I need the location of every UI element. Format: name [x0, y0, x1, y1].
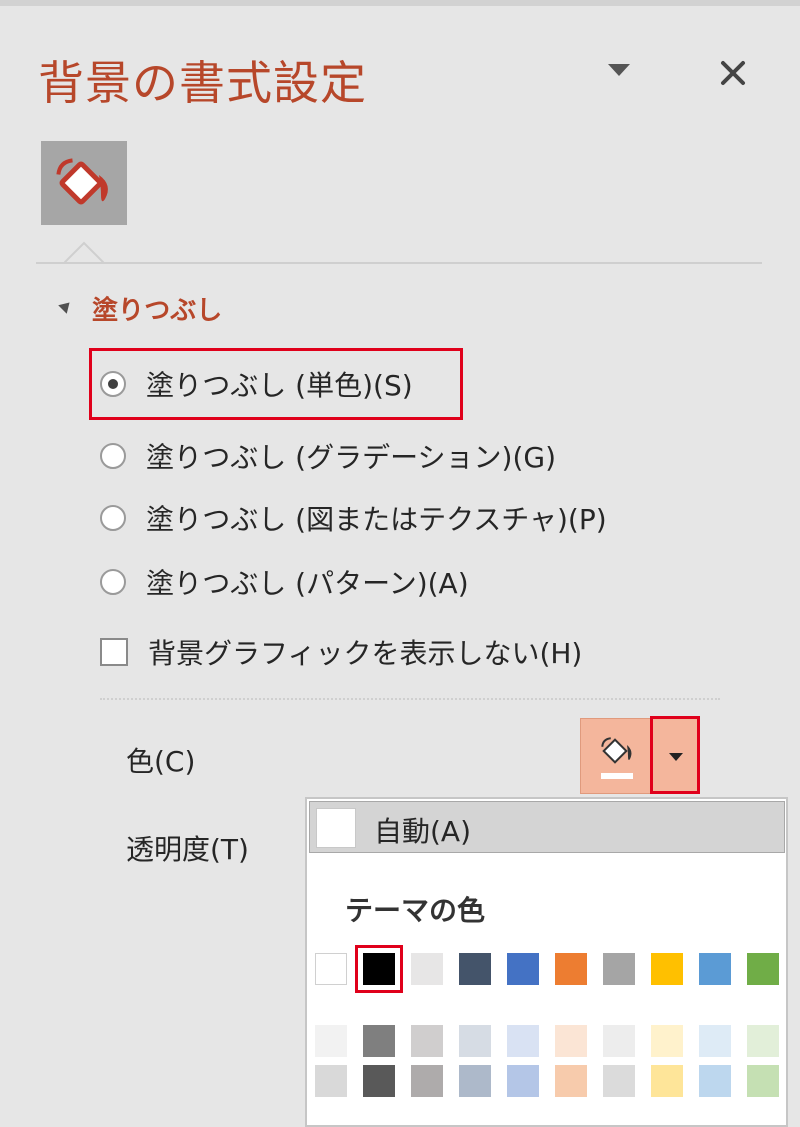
theme-color-swatch[interactable]: [651, 953, 683, 985]
shade-color-swatch[interactable]: [747, 1025, 779, 1057]
shade-column: [747, 1025, 779, 1105]
section-fill-label: 塗りつぶし: [92, 295, 223, 326]
tab-pointer: [64, 241, 104, 264]
shade-column: [507, 1025, 539, 1105]
fill-color-button[interactable]: [580, 718, 652, 794]
color-label: 色(C): [126, 745, 196, 778]
fill-tab[interactable]: [41, 141, 127, 225]
radio-button[interactable]: [100, 569, 126, 595]
shade-column: [315, 1025, 347, 1105]
shade-column: [603, 1025, 635, 1105]
shade-column: [411, 1025, 443, 1105]
theme-color-swatch[interactable]: [459, 953, 491, 985]
current-color-swatch: [601, 773, 633, 779]
close-pane-button[interactable]: [714, 54, 752, 92]
automatic-color-option[interactable]: 自動(A): [309, 801, 785, 853]
collapse-triangle-icon: [58, 298, 74, 314]
option-label: 塗りつぶし (単色)(S): [146, 369, 413, 402]
radio-picture-fill[interactable]: 塗りつぶし (図またはテクスチャ)(P): [100, 496, 607, 540]
option-label: 塗りつぶし (グラデーション)(G): [146, 441, 557, 474]
tab-divider: [36, 262, 762, 264]
theme-color-swatch[interactable]: [699, 953, 731, 985]
shade-color-swatch[interactable]: [315, 1065, 347, 1097]
automatic-swatch: [316, 808, 356, 848]
theme-color-swatch[interactable]: [355, 945, 403, 993]
transparency-label: 透明度(T): [126, 833, 249, 866]
shade-color-swatch[interactable]: [651, 1025, 683, 1057]
shade-color-swatch[interactable]: [459, 1025, 491, 1057]
dropdown-arrow-icon: [669, 753, 683, 761]
shade-column: [555, 1025, 587, 1105]
shade-color-swatch[interactable]: [747, 1065, 779, 1097]
theme-colors-row: [315, 945, 785, 993]
radio-button[interactable]: [100, 371, 126, 397]
shade-color-swatch[interactable]: [699, 1025, 731, 1057]
shade-column: [459, 1025, 491, 1105]
theme-color-swatch[interactable]: [411, 953, 443, 985]
radio-button[interactable]: [100, 505, 126, 531]
radio-gradient-fill[interactable]: 塗りつぶし (グラデーション)(G): [100, 434, 556, 478]
shade-column: [363, 1025, 395, 1105]
chevron-down-icon: [608, 64, 630, 76]
window-top-border: [0, 0, 800, 6]
option-label: 塗りつぶし (パターン)(A): [146, 567, 469, 600]
radio-pattern-fill[interactable]: 塗りつぶし (パターン)(A): [100, 560, 469, 604]
shade-color-swatch[interactable]: [507, 1025, 539, 1057]
shade-color-swatch[interactable]: [507, 1065, 539, 1097]
radio-button[interactable]: [100, 443, 126, 469]
separator: [100, 698, 720, 702]
theme-color-swatch[interactable]: [507, 953, 539, 985]
theme-color-swatch[interactable]: [315, 953, 347, 985]
shade-color-swatch[interactable]: [555, 1065, 587, 1097]
paint-bucket-icon: [56, 158, 108, 205]
theme-color-swatch[interactable]: [747, 953, 779, 985]
option-label: 塗りつぶし (図またはテクスチャ)(P): [146, 503, 607, 536]
pane-title: 背景の書式設定: [38, 56, 367, 110]
color-picker-popup: 自動(A) テーマの色: [305, 797, 788, 1127]
shade-column: [699, 1025, 731, 1105]
shade-color-swatch[interactable]: [363, 1025, 395, 1057]
paint-bucket-icon: [601, 737, 632, 764]
shade-color-swatch[interactable]: [411, 1025, 443, 1057]
checkbox-hide-background-graphics[interactable]: 背景グラフィックを表示しない(H): [100, 630, 582, 674]
section-fill-header[interactable]: 塗りつぶし: [58, 288, 223, 328]
shade-color-swatch[interactable]: [699, 1065, 731, 1097]
shade-color-swatch[interactable]: [651, 1065, 683, 1097]
shade-color-swatch[interactable]: [315, 1025, 347, 1057]
theme-colors-header: テーマの色: [345, 894, 486, 927]
radio-solid-fill[interactable]: 塗りつぶし (単色)(S): [100, 362, 413, 406]
fill-color-dropdown-button[interactable]: [650, 716, 700, 794]
close-icon: [721, 61, 745, 85]
shade-column: [651, 1025, 683, 1105]
shade-color-swatch[interactable]: [603, 1065, 635, 1097]
shade-color-swatch[interactable]: [411, 1065, 443, 1097]
pane-options-button[interactable]: [606, 60, 632, 80]
shade-color-swatch[interactable]: [555, 1025, 587, 1057]
theme-color-swatch[interactable]: [603, 953, 635, 985]
automatic-label: 自動(A): [374, 815, 472, 848]
shade-color-swatch[interactable]: [363, 1065, 395, 1097]
shade-color-swatch[interactable]: [459, 1065, 491, 1097]
checkbox[interactable]: [100, 638, 128, 666]
option-label: 背景グラフィックを表示しない(H): [148, 637, 583, 670]
shade-color-swatch[interactable]: [603, 1025, 635, 1057]
theme-color-swatch[interactable]: [555, 953, 587, 985]
